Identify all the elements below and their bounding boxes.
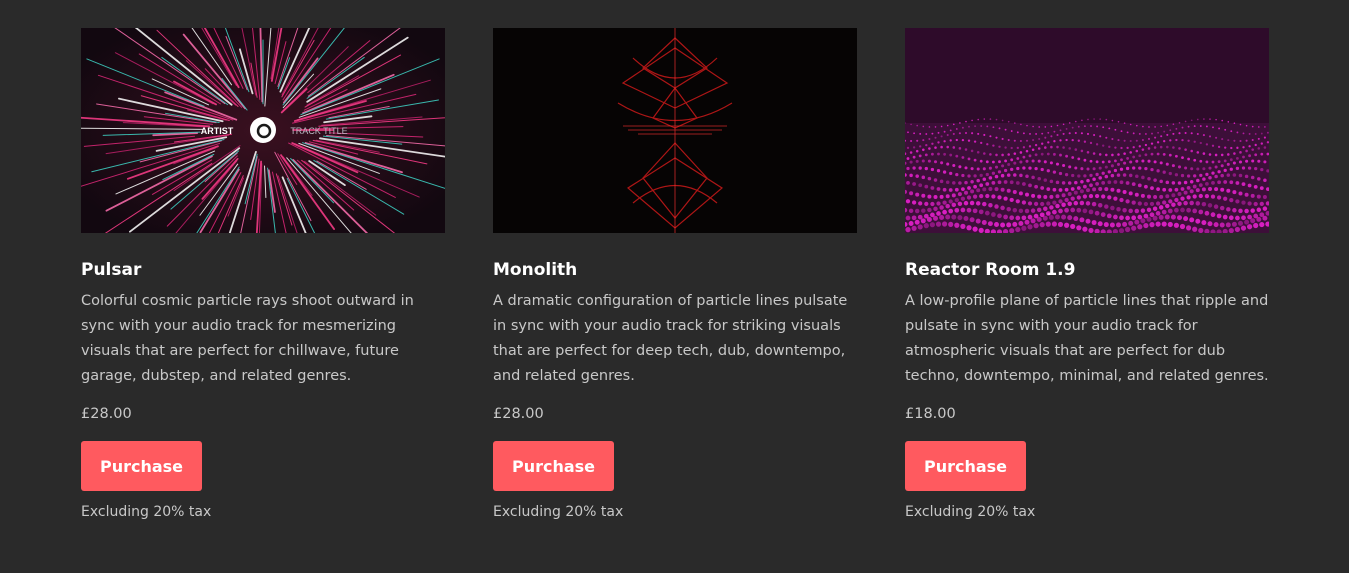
product-price: £18.00 bbox=[905, 406, 956, 422]
thumb-track-label: TRACK TITLE bbox=[290, 126, 347, 136]
logo-icon bbox=[250, 117, 276, 143]
thumb-artist-label: ARTIST bbox=[201, 126, 234, 136]
purchase-button-monolith[interactable]: Purchase bbox=[493, 441, 614, 491]
product-description: A dramatic configuration of particle lin… bbox=[493, 293, 848, 384]
product-thumbnail-pulsar[interactable]: ARTIST TRACK TITLE bbox=[81, 28, 445, 233]
tax-note: Excluding 20% tax bbox=[493, 504, 624, 520]
product-title: Reactor Room 1.9 bbox=[905, 260, 1076, 280]
product-description: Colorful cosmic particle rays shoot outw… bbox=[81, 293, 414, 384]
product-grid: ARTIST TRACK TITLE Pulsar Colorful cosmi… bbox=[81, 28, 1269, 522]
product-title: Monolith bbox=[493, 260, 578, 280]
product-price: £28.00 bbox=[493, 406, 544, 422]
product-description: A low-profile plane of particle lines th… bbox=[905, 293, 1269, 384]
product-card-reactor-room: Reactor Room 1.9 A low-profile plane of … bbox=[905, 28, 1269, 522]
product-price: £28.00 bbox=[81, 406, 132, 422]
product-thumbnail-reactor-room[interactable] bbox=[905, 28, 1269, 233]
purchase-button-reactor-room[interactable]: Purchase bbox=[905, 441, 1026, 491]
tax-note: Excluding 20% tax bbox=[81, 504, 212, 520]
product-card-monolith: Monolith A dramatic configuration of par… bbox=[493, 28, 857, 522]
product-title: Pulsar bbox=[81, 260, 142, 280]
purchase-button-pulsar[interactable]: Purchase bbox=[81, 441, 202, 491]
product-card-pulsar: ARTIST TRACK TITLE Pulsar Colorful cosmi… bbox=[81, 28, 445, 522]
product-thumbnail-monolith[interactable] bbox=[493, 28, 857, 233]
tax-note: Excluding 20% tax bbox=[905, 504, 1036, 520]
